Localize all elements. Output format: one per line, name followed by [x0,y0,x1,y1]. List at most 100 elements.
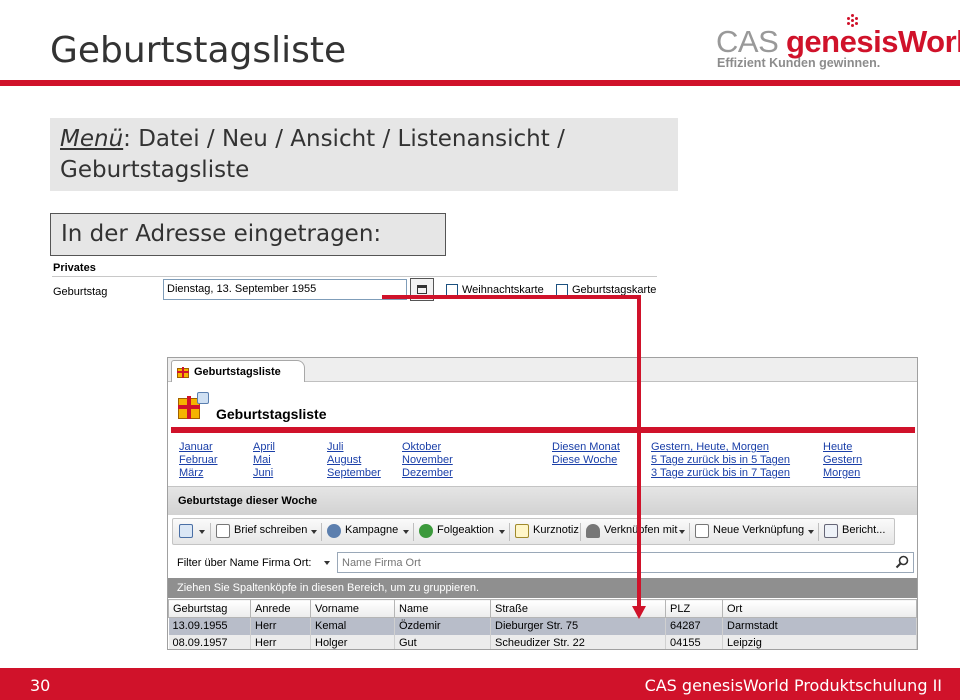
birthday-table: Geburtstag Anrede Vorname Name Straße PL… [168,599,917,649]
title-rule [0,80,960,86]
filter-bar: Filter über Name Firma Ort: [168,549,917,576]
link-dezember[interactable]: Dezember [402,467,453,479]
cell-firstname: Holger [310,634,395,649]
column-header-name[interactable]: Name [394,599,491,618]
brand-genesis-text: genesisWorld [786,24,960,59]
toolbar-separator [580,523,581,541]
cell-city: Leipzig [722,634,917,649]
new-link-label: Neue Verknüpfung [713,524,805,536]
filter-label: Filter über Name Firma Ort: [177,557,312,569]
birthday-field[interactable]: Dienstag, 13. September 1955 [163,279,407,300]
link-this-month[interactable]: Diesen Monat [552,441,620,453]
link-januar[interactable]: Januar [179,441,213,453]
cell-name: Özdemir [394,617,491,635]
link-februar[interactable]: Februar [179,454,218,466]
slide-footer: 30 CAS genesisWorld Produktschulung II [0,668,960,700]
column-header-salutation[interactable]: Anrede [250,599,311,618]
header-highlight-line [171,427,915,433]
slide-title: Geburtstagsliste [50,30,347,71]
link-september[interactable]: September [327,467,381,479]
toolbar-separator [509,523,510,541]
date-filter-links: Januar Februar März April Mai Juni Juli … [168,433,917,486]
link-today[interactable]: Heute [823,441,852,453]
link-yesterday-today-tomorrow[interactable]: Gestern, Heute, Morgen [651,441,769,453]
birthday-label: Geburtstag [53,286,108,298]
cell-zip: 64287 [665,617,723,635]
column-header-firstname[interactable]: Vorname [310,599,395,618]
link-with-button[interactable]: Verknüpfen mit [586,524,677,540]
column-header-birthday[interactable]: Geburtstag [168,599,251,618]
footer-caption: CAS genesisWorld Produktschulung II [644,676,942,695]
cell-birthday: 08.09.1957 [168,634,251,649]
table-row[interactable]: 08.09.1957 Herr Holger Gut Scheudizer St… [168,634,917,649]
report-button[interactable]: Bericht... [824,524,885,540]
toolbar-separator [413,523,414,541]
search-icon[interactable] [895,555,909,569]
column-header-city[interactable]: Ort [722,599,917,618]
follow-up-icon [419,524,433,538]
calendar-icon [417,285,427,294]
filter-search-input[interactable] [337,552,914,573]
address-label: In der Adresse eingetragen: [50,213,446,256]
tab-label: Geburtstagsliste [194,366,281,378]
toolbar-separator [210,523,211,541]
link-juni[interactable]: Juni [253,467,273,479]
group-by-hint: Ziehen Sie Spaltenköpfe in diesen Bereic… [168,578,917,598]
link-5-days[interactable]: 5 Tage zurück bis in 5 Tagen [651,454,790,466]
toolbar-separator [818,523,819,541]
list-title: Geburtstagsliste [216,406,327,422]
table-header-row: Geburtstag Anrede Vorname Name Straße PL… [168,599,917,618]
menu-prefix: Menü [60,126,124,152]
follow-up-dropdown-arrow[interactable] [499,530,505,534]
column-header-zip[interactable]: PLZ [665,599,723,618]
link-mai[interactable]: Mai [253,454,271,466]
link-with-dropdown-arrow[interactable] [679,530,685,534]
write-letter-button[interactable]: Brief schreiben [216,524,307,540]
note-icon [515,524,529,538]
campaign-icon [327,524,341,538]
filter-dropdown-arrow[interactable] [324,561,330,565]
link-august[interactable]: August [327,454,361,466]
email-button[interactable] [179,524,195,540]
campaign-dropdown-arrow[interactable] [403,530,409,534]
toolbar-separator [321,523,322,541]
gift-contact-icon [177,390,211,420]
cell-city: Darmstadt [722,617,917,635]
link-april[interactable]: April [253,441,275,453]
connector-line-horizontal [382,295,641,299]
privates-section-title: Privates [53,262,96,274]
cell-firstname: Kemal [310,617,395,635]
section-divider [52,276,657,277]
link-this-week[interactable]: Diese Woche [552,454,617,466]
birthday-list-window: Geburtstagsliste Geburtstagsliste Januar… [167,357,918,650]
link-oktober[interactable]: Oktober [402,441,441,453]
cell-salutation: Herr [250,634,311,649]
follow-up-label: Folgeaktion [437,524,494,536]
short-note-button[interactable]: Kurznotiz [515,524,579,540]
email-dropdown-arrow[interactable] [199,530,205,534]
campaign-button[interactable]: Kampagne [327,524,398,540]
arrow-head-icon [632,606,646,619]
follow-up-button[interactable]: Folgeaktion [419,524,494,540]
link-maerz[interactable]: März [179,467,203,479]
new-link-dropdown-arrow[interactable] [808,530,814,534]
brand-cas-text: CAS [716,24,779,59]
action-toolbar: Brief schreiben Kampagne Folgeaktion Kur… [172,518,895,545]
tab-birthday-list[interactable]: Geburtstagsliste [171,360,305,382]
table-row[interactable]: 13.09.1955 Herr Kemal Özdemir Dieburger … [168,617,917,635]
link-november[interactable]: November [402,454,453,466]
link-tomorrow[interactable]: Morgen [823,467,860,479]
link-yesterday[interactable]: Gestern [823,454,862,466]
new-link-button[interactable]: Neue Verknüpfung [695,524,804,540]
brand-tagline: Effizient Kunden gewinnen. [717,56,881,70]
toolbar-separator [689,523,690,541]
link-3-7-days[interactable]: 3 Tage zurück bis in 7 Tagen [651,467,790,479]
email-icon [179,524,193,538]
write-letter-label: Brief schreiben [234,524,308,536]
letter-dropdown-arrow[interactable] [311,530,317,534]
gift-icon [176,364,190,378]
link-juli[interactable]: Juli [327,441,344,453]
cell-birthday: 13.09.1955 [168,617,251,635]
menu-path-box: Menü: Datei / Neu / Ansicht / Listenansi… [50,118,678,191]
list-header: Geburtstagsliste [168,382,917,430]
